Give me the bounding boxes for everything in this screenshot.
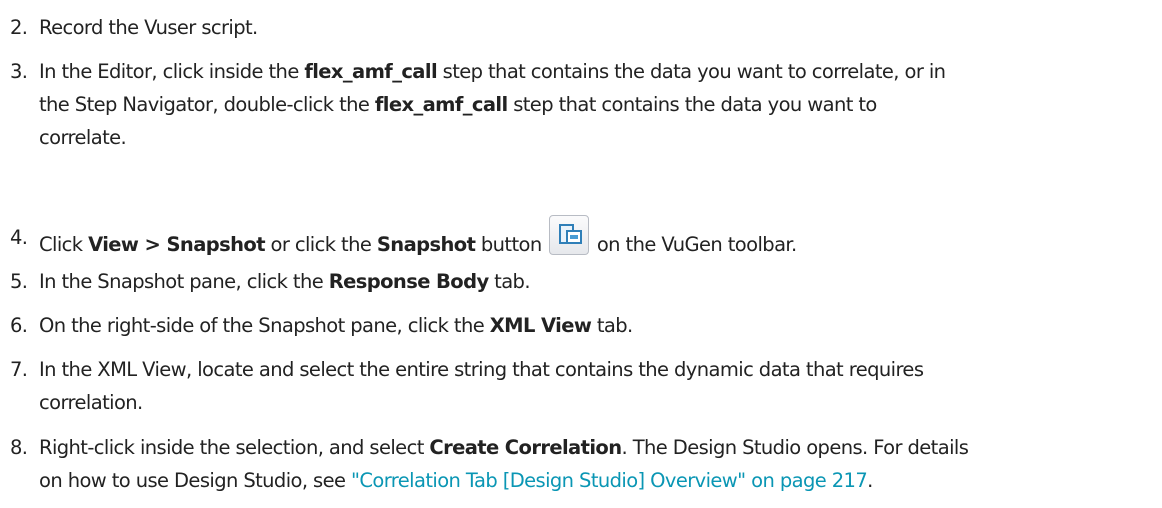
ui-term-create-correlation: Create Correlation (429, 436, 622, 459)
ui-term-response-body: Response Body (328, 270, 489, 293)
procedure-document: 2. Record the Vuser script. 3. In the Ed… (0, 0, 1162, 508)
step-text: In the Editor, click inside the flex_amf… (39, 55, 1157, 154)
ui-term-snapshot: Snapshot (376, 233, 476, 256)
step-3: 3. In the Editor, click inside the flex_… (0, 55, 1162, 154)
text-segment: step that contains the data you want to (507, 93, 877, 116)
text-segment: In the XML View, locate and select the e… (39, 358, 924, 381)
step-number: 7. (10, 358, 28, 381)
step-number: 2. (10, 16, 28, 39)
text-segment: the Step Navigator, double-click the (39, 93, 375, 116)
step-text: Right-click inside the selection, and se… (39, 431, 1157, 497)
text-segment: tab. (591, 314, 633, 337)
text-segment: Right-click inside the selection, and se… (39, 436, 430, 459)
text-segment: Click (39, 233, 89, 256)
step-5: 5. In the Snapshot pane, click the Respo… (0, 265, 1162, 298)
step-number: 8. (10, 436, 28, 459)
text-segment: or click the (264, 233, 377, 256)
step-7: 7. In the XML View, locate and select th… (0, 353, 1162, 419)
text-segment: correlation. (39, 391, 143, 414)
step-number: 3. (10, 60, 28, 83)
step-text: On the right-side of the Snapshot pane, … (39, 309, 1157, 342)
text-segment: tab. (488, 270, 530, 293)
text-segment: button (475, 233, 542, 256)
menu-path-view-snapshot: View > Snapshot (88, 233, 265, 256)
text-segment: On the right-side of the Snapshot pane, … (39, 314, 490, 337)
step-text: In the XML View, locate and select the e… (39, 353, 1157, 419)
step-text: Record the Vuser script. (39, 11, 1157, 44)
text-segment: . The Design Studio opens. For details (621, 436, 969, 459)
step-text: Click View > Snapshot or click the Snaps… (39, 215, 1157, 261)
step-4: 4. Click View > Snapshot or click the Sn… (0, 215, 1162, 261)
text-segment: on the VuGen toolbar. (591, 233, 797, 256)
step-2: 2. Record the Vuser script. (0, 11, 1162, 44)
step-number: 5. (10, 270, 28, 293)
step-text-content: Record the Vuser script. (39, 16, 258, 39)
snapshot-icon-front-window (566, 230, 583, 244)
text-segment: . (867, 469, 873, 492)
ui-term-xml-view: XML View (489, 314, 592, 337)
step-6: 6. On the right-side of the Snapshot pan… (0, 309, 1162, 342)
snapshot-icon (549, 215, 590, 255)
text-segment: on how to use Design Studio, see (39, 469, 351, 492)
step-8: 8. Right-click inside the selection, and… (0, 431, 1162, 497)
text-segment: correlate. (39, 126, 127, 149)
correlation-tab-overview-link[interactable]: "Correlation Tab [Design Studio] Overvie… (351, 469, 868, 492)
step-name-flex-amf-call: flex_amf_call (374, 93, 508, 116)
text-segment: In the Editor, click inside the (39, 60, 305, 83)
text-segment: step that contains the data you want to … (437, 60, 946, 83)
step-number: 6. (10, 314, 28, 337)
text-segment: In the Snapshot pane, click the (39, 270, 329, 293)
step-name-flex-amf-call: flex_amf_call (304, 60, 438, 83)
step-number: 4. (10, 226, 28, 249)
step-text: In the Snapshot pane, click the Response… (39, 265, 1157, 298)
